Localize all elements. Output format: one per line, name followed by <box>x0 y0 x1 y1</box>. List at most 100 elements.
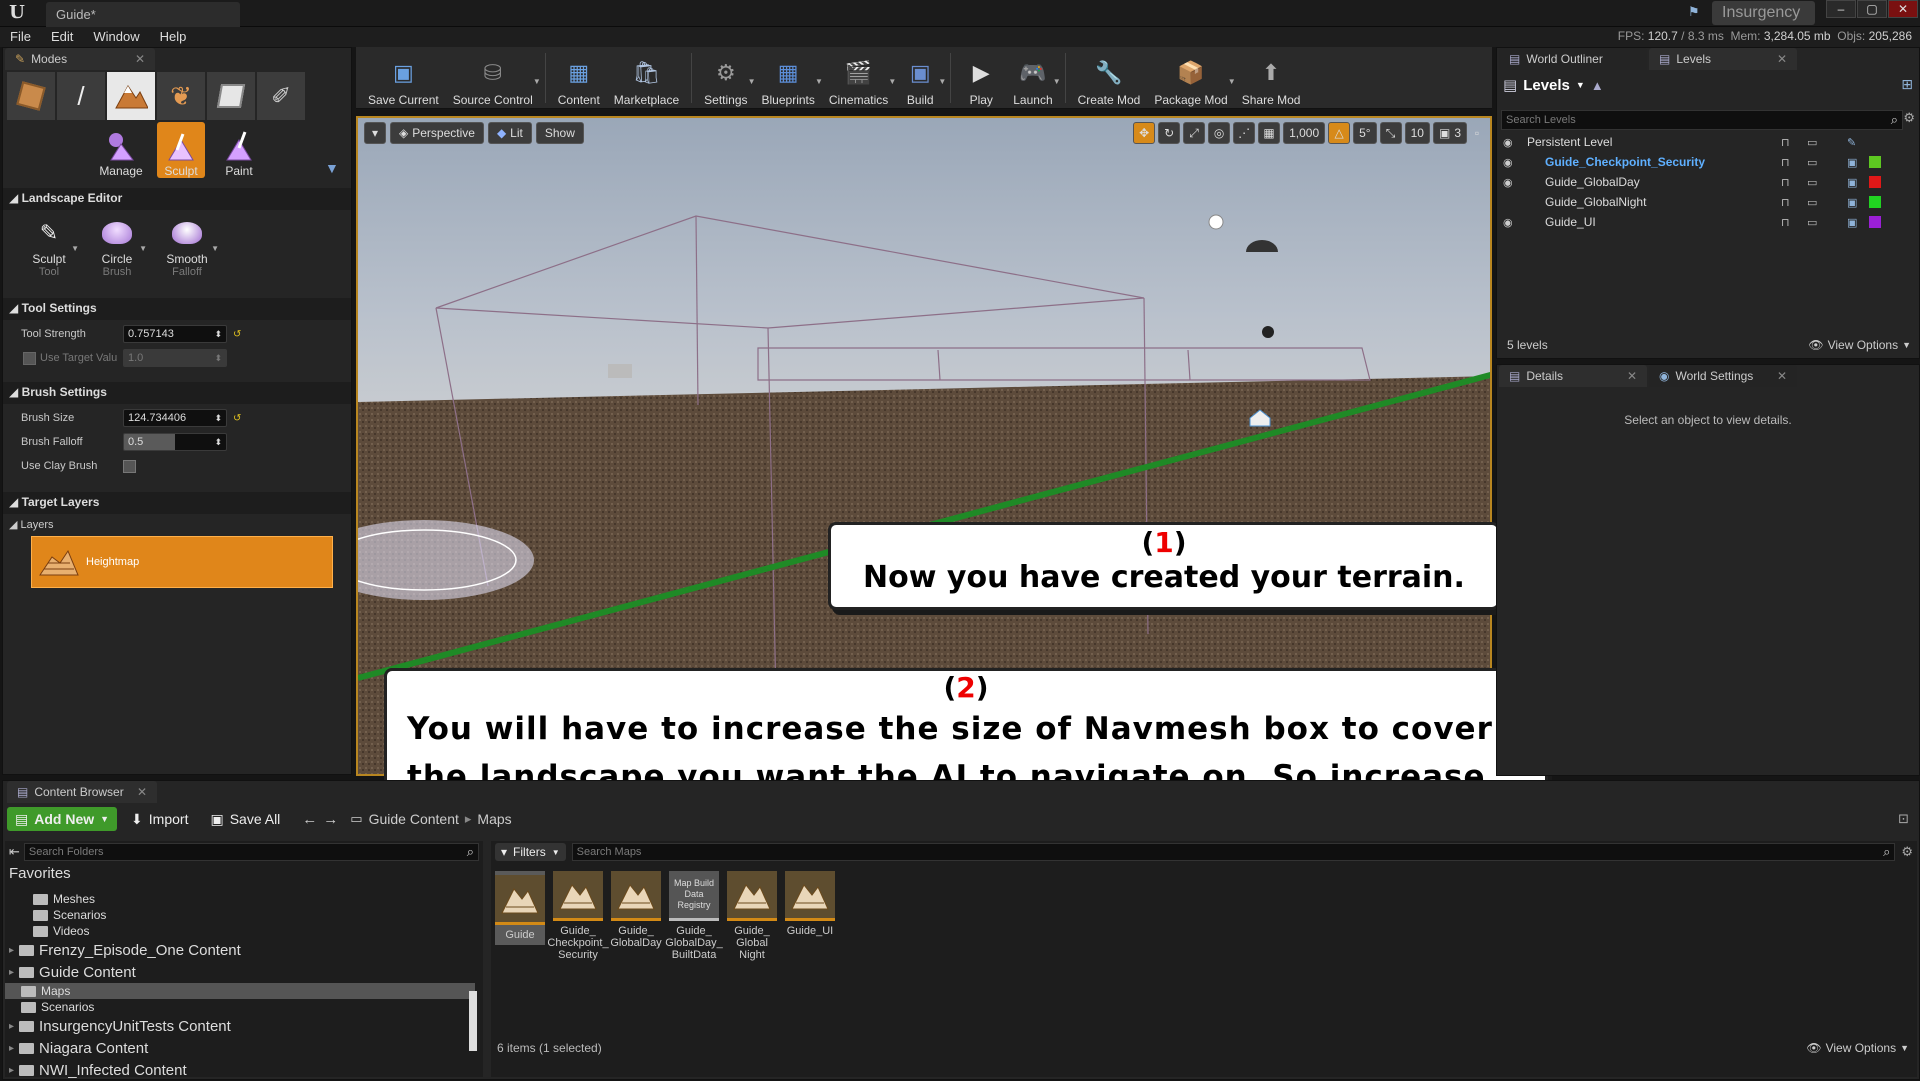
tab-levels[interactable]: ▤ Levels ✕ <box>1649 48 1797 70</box>
save-icon[interactable]: ▣ <box>1847 156 1869 169</box>
game-icon[interactable]: ▭ <box>1807 216 1847 229</box>
marketplace-button[interactable]: 🛍 Marketplace <box>608 49 685 107</box>
lock-icon[interactable]: ⊓ <box>1781 176 1807 189</box>
save-current-button[interactable]: ▣ Save Current <box>362 49 445 107</box>
asset-tile[interactable]: Guide <box>495 871 545 945</box>
perspective-button[interactable]: ◈ Perspective <box>390 122 484 144</box>
share-mod-button[interactable]: ⬆ Share Mod <box>1236 49 1307 107</box>
folder-item[interactable]: Scenarios <box>5 907 475 923</box>
summon-icon[interactable]: ▲ <box>1591 78 1604 93</box>
favorites-header[interactable]: Favorites <box>5 863 483 884</box>
settings-icon[interactable]: ⚙ <box>1901 844 1913 860</box>
levels-menu-button[interactable]: ▤ Levels ▼ ▲ <box>1503 76 1604 95</box>
expand-arrow-icon[interactable]: ▸ <box>9 1021 14 1032</box>
chevron-down-icon[interactable]: ▼ <box>938 77 946 86</box>
level-row[interactable]: ◉ Guide_UI ⊓ ▭ ▣ <box>1497 212 1919 232</box>
level-color-swatch[interactable] <box>1869 176 1881 188</box>
visibility-eye-icon[interactable]: ◉ <box>1497 156 1519 169</box>
play-button[interactable]: ▶ Play <box>957 49 1005 107</box>
level-row[interactable]: Guide_GlobalNight ⊓ ▭ ▣ <box>1497 192 1919 212</box>
level-color-swatch[interactable] <box>1869 216 1881 228</box>
level-color-swatch[interactable] <box>1869 136 1881 148</box>
clay-brush-checkbox[interactable] <box>123 459 136 473</box>
folder-item[interactable]: Maps <box>5 983 475 999</box>
pin-icon[interactable]: ⊞ <box>1901 76 1913 93</box>
visibility-eye-icon[interactable]: ◉ <box>1497 216 1519 229</box>
feedback-icon[interactable]: ⚑ <box>1688 4 1702 19</box>
menu-window[interactable]: Window <box>83 27 149 47</box>
mesh-paint-mode-icon[interactable]: ✐ <box>257 72 305 120</box>
heightmap-layer[interactable]: Heightmap <box>31 536 333 588</box>
lock-icon[interactable]: ⊓ <box>1781 156 1807 169</box>
content-button[interactable]: ▦ Content <box>552 49 606 107</box>
folder-scrollbar[interactable] <box>469 991 477 1051</box>
close-tab-icon[interactable]: ✕ <box>1777 369 1787 383</box>
level-color-swatch[interactable] <box>1869 156 1881 168</box>
tab-sculpt[interactable]: Sculpt <box>157 122 205 178</box>
lock-icon[interactable]: ⊓ <box>1781 216 1807 229</box>
chevron-down-icon[interactable]: ▼ <box>1228 77 1236 86</box>
tab-manage[interactable]: Manage <box>95 122 147 178</box>
lock-icon[interactable]: ⊓ <box>1781 136 1807 149</box>
tool-settings-header[interactable]: ◢ Tool Settings <box>3 298 351 320</box>
maximize-button[interactable]: ▢ <box>1857 0 1887 18</box>
expand-arrow-icon[interactable]: ▸ <box>9 945 14 956</box>
visibility-eye-icon[interactable]: ◉ <box>1497 176 1519 189</box>
translate-icon[interactable]: ✥ <box>1133 122 1156 144</box>
level-color-swatch[interactable] <box>1869 196 1881 208</box>
launch-button[interactable]: 🎮 Launch ▼ <box>1007 49 1060 107</box>
lock-icon[interactable]: ⊓ <box>1781 196 1807 209</box>
close-tab-icon[interactable]: ✕ <box>137 785 147 799</box>
blueprints-button[interactable]: ▦ Blueprints ▼ <box>756 49 823 107</box>
grid-snap-icon[interactable]: ▦ <box>1258 122 1281 144</box>
sculpt-tool-button[interactable]: ✎ Sculpt Tool ▼ <box>21 216 79 278</box>
close-tab-icon[interactable]: ✕ <box>1777 52 1787 66</box>
paint-mode-icon[interactable]: / <box>57 72 105 120</box>
folder-item[interactable]: Scenarios <box>5 999 475 1015</box>
back-icon[interactable]: ← <box>302 811 317 828</box>
assets-view-options[interactable]: 👁 View Options ▼ <box>1806 1041 1909 1055</box>
folder-item[interactable]: Meshes <box>5 891 475 907</box>
lock-icon[interactable]: ⊡ <box>1898 811 1909 827</box>
folder-item[interactable]: ▸ Guide Content <box>5 961 475 983</box>
levels-view-options[interactable]: 👁 View Options ▼ <box>1808 338 1911 352</box>
geometry-mode-icon[interactable] <box>207 72 255 120</box>
expand-arrow-icon[interactable]: ▸ <box>9 1065 14 1076</box>
cinematics-button[interactable]: 🎬 Cinematics ▼ <box>823 49 896 107</box>
create-mod-button[interactable]: 🔧 Create Mod <box>1072 49 1147 107</box>
folder-item[interactable]: ▸ NWI_Infected Content <box>5 1059 475 1081</box>
show-button[interactable]: Show <box>535 122 584 144</box>
expand-arrow-icon[interactable]: ▸ <box>9 1043 14 1054</box>
asset-tile[interactable]: Guide_UI <box>785 871 835 937</box>
source-control-button[interactable]: ⛁ Source Control ▼ <box>447 49 541 107</box>
scale-icon[interactable]: ⤢ <box>1183 122 1206 144</box>
menu-file[interactable]: File <box>0 27 41 47</box>
foliage-mode-icon[interactable]: ❦ <box>157 72 205 120</box>
menu-help[interactable]: Help <box>150 27 197 47</box>
menu-edit[interactable]: Edit <box>41 27 83 47</box>
asset-tile[interactable]: Map Build Data Registry Guide_ GlobalDay_… <box>665 871 723 961</box>
package-mod-button[interactable]: 📦 Package Mod ▼ <box>1148 49 1236 107</box>
place-mode-icon[interactable] <box>7 72 55 120</box>
level-row[interactable]: ◉ Guide_GlobalDay ⊓ ▭ ▣ <box>1497 172 1919 192</box>
use-target-field[interactable]: 1.0 ⬍ <box>123 349 227 367</box>
level-row[interactable]: ◉ Persistent Level ⊓ ▭ ✎ <box>1497 132 1919 152</box>
folder-item[interactable]: Videos <box>5 923 475 939</box>
reset-arrow-icon[interactable]: ↺ <box>233 329 241 340</box>
tab-modes[interactable]: ✎ Modes ✕ <box>5 48 155 70</box>
asset-tile[interactable]: Guide_ GlobalDay <box>610 871 662 949</box>
tab-details[interactable]: ▤ Details ✕ <box>1499 365 1647 387</box>
use-target-checkbox[interactable] <box>23 351 36 365</box>
tab-content-browser[interactable]: ▤ Content Browser ✕ <box>7 781 157 803</box>
folder-item[interactable]: ▸ Niagara Content <box>5 1037 475 1059</box>
scale-snap-value[interactable]: 10 <box>1404 122 1430 144</box>
smooth-falloff-button[interactable]: Smooth Falloff ▼ <box>157 216 219 278</box>
circle-brush-button[interactable]: Circle Brush ▼ <box>89 216 147 278</box>
visibility-eye-icon[interactable]: ◉ <box>1497 136 1519 149</box>
target-layers-header[interactable]: ◢ Target Layers <box>3 492 351 514</box>
save-icon[interactable]: ▣ <box>1847 176 1869 189</box>
game-icon[interactable]: ▭ <box>1807 136 1847 149</box>
chevron-down-icon[interactable]: ▼ <box>815 77 823 86</box>
landscape-mode-icon[interactable] <box>107 72 155 120</box>
edit-icon[interactable]: ✎ <box>1847 136 1869 149</box>
